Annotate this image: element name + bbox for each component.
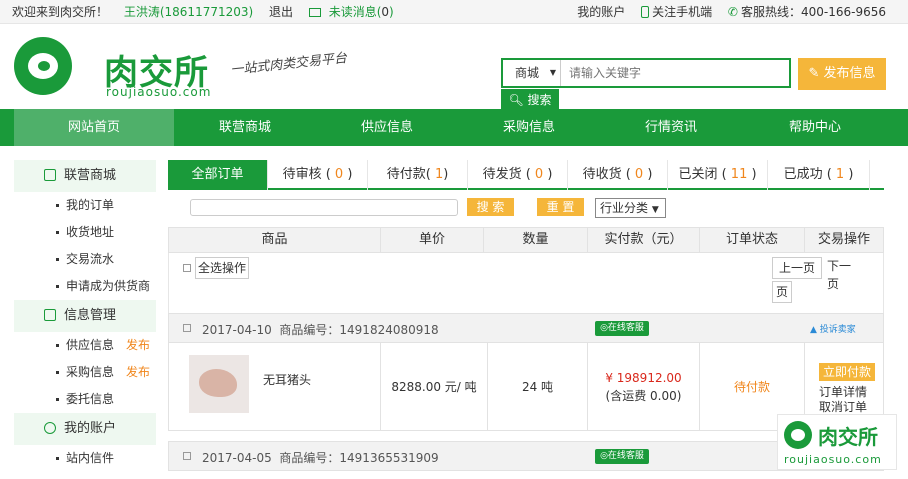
logo-icon <box>784 421 812 449</box>
order-meta: 2017-04-10 商品编号：1491824080918 <box>202 323 439 337</box>
select-all-button[interactable]: 全选操作 <box>195 257 249 279</box>
sidebar-item-my-orders[interactable]: 我的订单 <box>14 192 156 219</box>
online-service-button[interactable]: ◎在线客服 <box>595 321 649 336</box>
order-meta: 2017-04-05 商品编号：1491365531909 <box>202 451 439 465</box>
user-link[interactable]: 王洪涛(18611771203) <box>124 5 253 19</box>
category-select[interactable]: 行业分类 ▼ <box>595 198 666 218</box>
product-name[interactable]: 无耳猪头 <box>263 371 311 388</box>
sidebar-item-address[interactable]: 收货地址 <box>14 219 156 246</box>
sidebar-item-apply-supplier[interactable]: 申请成为供货商 <box>14 273 156 300</box>
sidebar-item-inbox[interactable]: 站内信件 <box>14 445 156 472</box>
col-status: 订单状态 <box>700 228 805 252</box>
complain-seller-link[interactable]: ▲ 投诉卖家 <box>810 322 856 335</box>
publish-purchase-link[interactable]: 发布 <box>126 359 150 386</box>
sidebar: 联营商城 我的订单 收货地址 交易流水 申请成为供货商 信息管理 供应信息 发布 … <box>14 160 156 472</box>
sidebar-item-purchase-info[interactable]: 采购信息 发布 <box>14 359 156 386</box>
filter-toolbar: 搜 索 重 置 行业分类 ▼ <box>168 190 884 226</box>
product-cell: 无耳猪头 <box>169 343 381 431</box>
page-tail: 页 <box>772 281 792 303</box>
search-icon: 🔍︎ <box>508 93 524 107</box>
tab-succeeded[interactable]: 已成功 ( 1 ) <box>768 160 870 190</box>
unread-messages-link[interactable]: 未读消息(0) <box>329 5 394 19</box>
order-search-button[interactable]: 搜 索 <box>467 198 514 216</box>
mail-icon <box>308 8 321 17</box>
caret-down-icon: ▼ <box>651 205 659 215</box>
publish-supply-link[interactable]: 发布 <box>126 332 150 359</box>
cart-icon <box>44 309 56 321</box>
mobile-icon <box>641 6 650 18</box>
order-checkbox[interactable] <box>183 452 191 460</box>
col-paid: 实付款（元） <box>588 228 700 252</box>
tab-pending-payment[interactable]: 待付款( 1) <box>368 160 468 190</box>
col-product: 商品 <box>169 228 381 252</box>
hotline-text: 客服热线：400-166-9656 <box>740 5 886 19</box>
brand-url: roujiaosuo.com <box>106 85 212 99</box>
select-row: 全选操作 上一页 下一页 页 <box>168 253 884 313</box>
header: 肉交所 roujiaosuo.com 一站式肉类交易平台 商城▼ 🔍︎ 搜索 ✎… <box>0 25 908 111</box>
tab-pending-receipt[interactable]: 待收货 ( 0 ) <box>568 160 668 190</box>
follow-mobile-link[interactable]: 关注手机端 <box>652 5 712 19</box>
slogan: 一站式肉类交易平台 <box>229 50 348 79</box>
nav-purchase[interactable]: 采购信息 <box>458 109 600 146</box>
sidebar-item-entrust-info[interactable]: 委托信息 <box>14 386 156 413</box>
publish-button[interactable]: ✎ 发布信息 <box>798 58 886 90</box>
order-header: 2017-04-10 商品编号：1491824080918 ◎在线客服 ▲ 投诉… <box>168 313 884 343</box>
brand-watermark: 肉交所 roujiaosuo.com <box>777 414 897 470</box>
complain-icon: ▲ <box>810 325 817 335</box>
order-tabs: 全部订单 待审核 ( 0 ) 待付款( 1) 待发货 ( 0 ) 待收货 ( 0… <box>168 160 884 190</box>
sidebar-item-supply-info[interactable]: 供应信息 发布 <box>14 332 156 359</box>
logout-link[interactable]: 退出 <box>269 5 293 19</box>
product-thumbnail[interactable] <box>189 355 249 413</box>
table-header: 商品 单价 数量 实付款（元） 订单状态 交易操作 <box>168 227 884 253</box>
search-box: 商城 ▼ <box>501 58 791 88</box>
quantity: 24 吨 <box>488 343 588 431</box>
col-actions: 交易操作 <box>817 232 870 247</box>
order-search-input[interactable] <box>190 199 458 216</box>
watermark-url: roujiaosuo.com <box>784 453 882 466</box>
next-page-button[interactable]: 下一页 <box>827 257 857 291</box>
search-scope-select[interactable]: 商城 ▼ <box>503 60 561 86</box>
unit-price: 8288.00 元/ 吨 <box>381 343 488 431</box>
nav-mall[interactable]: 联营商城 <box>174 109 316 146</box>
phone-icon: ✆ <box>727 5 738 19</box>
top-bar: 欢迎来到肉交所！ 王洪涛(18611771203) 退出 未读消息(0) 我的账… <box>0 0 908 24</box>
main-nav: 网站首页 联营商城 供应信息 采购信息 行情资讯 帮助中心 <box>0 109 908 146</box>
caret-down-icon: ▼ <box>549 68 556 77</box>
nav-supply[interactable]: 供应信息 <box>316 109 458 146</box>
select-all-checkbox[interactable] <box>183 264 191 272</box>
pay-now-button[interactable]: 立即付款 <box>819 363 875 381</box>
cancel-order-link[interactable]: 取消订单 <box>819 398 867 415</box>
paid-cell: ¥ 198912.00 (含运费 0.00) <box>588 343 700 431</box>
prev-page-button[interactable]: 上一页 <box>772 257 822 279</box>
logo-icon[interactable] <box>14 37 72 95</box>
tab-closed[interactable]: 已关闭 ( 11 ) <box>668 160 768 190</box>
edit-icon: ✎ <box>808 66 820 81</box>
nav-market-news[interactable]: 行情资讯 <box>600 109 742 146</box>
shop-icon <box>44 169 56 181</box>
shipping-fee: (含运费 0.00) <box>605 389 682 403</box>
my-account-link[interactable]: 我的账户 <box>577 5 625 19</box>
tab-pending-review[interactable]: 待审核 ( 0 ) <box>268 160 368 190</box>
chat-icon: ◎ <box>600 451 608 461</box>
tab-pending-shipment[interactable]: 待发货 ( 0 ) <box>468 160 568 190</box>
sidebar-item-transactions[interactable]: 交易流水 <box>14 246 156 273</box>
col-quantity: 数量 <box>484 228 588 252</box>
reset-button[interactable]: 重 置 <box>537 198 584 216</box>
tab-all-orders[interactable]: 全部订单 <box>168 160 268 190</box>
watermark-brand: 肉交所 <box>818 425 878 449</box>
search-button[interactable]: 🔍︎ 搜索 <box>501 89 559 111</box>
online-service-button[interactable]: ◎在线客服 <box>595 449 649 464</box>
nav-home[interactable]: 网站首页 <box>14 109 174 146</box>
paid-amount: ¥ 198912.00 <box>605 371 682 385</box>
sidebar-section-info[interactable]: 信息管理 <box>14 300 156 332</box>
sidebar-section-account[interactable]: 我的账户 <box>14 413 156 445</box>
col-unit-price: 单价 <box>381 228 484 252</box>
sidebar-section-mall[interactable]: 联营商城 <box>14 160 156 192</box>
chat-icon: ◎ <box>600 323 608 333</box>
user-icon <box>44 422 56 434</box>
welcome-text: 欢迎来到肉交所！ <box>12 5 109 19</box>
order-checkbox[interactable] <box>183 324 191 332</box>
nav-help[interactable]: 帮助中心 <box>742 109 888 146</box>
search-input[interactable] <box>563 60 789 86</box>
